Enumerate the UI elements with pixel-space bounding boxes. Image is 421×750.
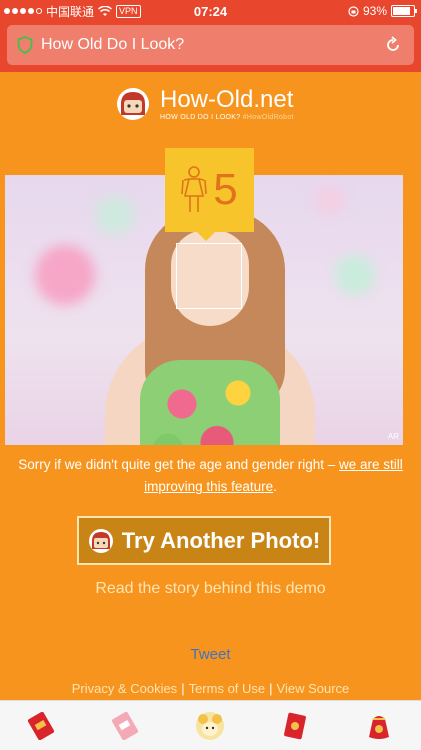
address-bar[interactable]: How Old Do I Look? (7, 25, 414, 65)
bokeh-light (315, 185, 345, 215)
lucky-card-icon (283, 712, 306, 740)
site-logo[interactable]: How-Old.net HOW OLD DO I LOOK? #HowOldRo… (116, 87, 294, 121)
logo-tagline: HOW OLD DO I LOOK? (160, 113, 241, 121)
disclaimer-text: Sorry if we didn't quite get the age and… (18, 457, 339, 472)
tab-red-envelope-1[interactable] (24, 708, 60, 744)
lucky-bag-icon (368, 716, 389, 739)
story-link[interactable]: Read the story behind this demo (0, 580, 421, 598)
address-bar-text: How Old Do I Look? (41, 36, 185, 53)
face-detection-box (176, 243, 242, 309)
rotation-lock-icon (348, 5, 359, 17)
gift-envelope-icon (112, 712, 139, 740)
robot-icon (88, 528, 113, 553)
photo-watermark: AR (387, 432, 399, 441)
female-icon (181, 166, 208, 212)
tab-red-envelope-2[interactable] (108, 708, 144, 744)
battery-icon (391, 5, 417, 17)
privacy-link[interactable]: Privacy & Cookies (72, 681, 177, 696)
terms-link[interactable]: Terms of Use (189, 681, 266, 696)
source-link[interactable]: View Source (277, 681, 350, 696)
age-gender-badge: 5 (165, 148, 254, 241)
browser-toolbar: How Old Do I Look? (0, 22, 421, 72)
secure-shield-icon (17, 36, 33, 54)
reload-icon[interactable] (384, 36, 402, 54)
footer-links: Privacy & Cookies | Terms of Use | View Sour… (0, 681, 421, 696)
logo-tagline-row: HOW OLD DO I LOOK? #HowOldRobot (160, 114, 294, 121)
bokeh-light (95, 195, 135, 235)
try-another-photo-label: Try Another Photo! (121, 527, 321, 553)
battery-percent: 93% (362, 4, 387, 18)
accuracy-disclaimer: Sorry if we didn't quite get the age and… (0, 454, 421, 498)
bottom-tab-bar (0, 700, 421, 750)
red-envelope-icon (28, 712, 55, 740)
person-dress (140, 360, 280, 445)
robot-logo-icon (117, 88, 149, 120)
logo-title: How-Old.net (160, 85, 294, 113)
tab-sheep[interactable] (192, 708, 228, 744)
footer-separator: | (181, 681, 185, 696)
status-bar: 中国联通 VPN 07:24 93% (0, 0, 421, 22)
bokeh-light (35, 245, 95, 305)
tab-lucky-bag[interactable] (361, 708, 397, 744)
tweet-link[interactable]: Tweet (0, 646, 421, 663)
footer-separator: | (269, 681, 273, 696)
disclaimer-end: . (273, 479, 277, 494)
tab-lucky-card[interactable] (277, 708, 313, 744)
logo-hashtag[interactable]: #HowOldRobot (243, 114, 294, 121)
estimated-age: 5 (213, 165, 238, 214)
bokeh-light (335, 255, 375, 295)
sheep-icon (196, 712, 225, 740)
try-another-photo-button[interactable]: Try Another Photo! (77, 516, 331, 565)
status-right: 93% (348, 4, 417, 18)
